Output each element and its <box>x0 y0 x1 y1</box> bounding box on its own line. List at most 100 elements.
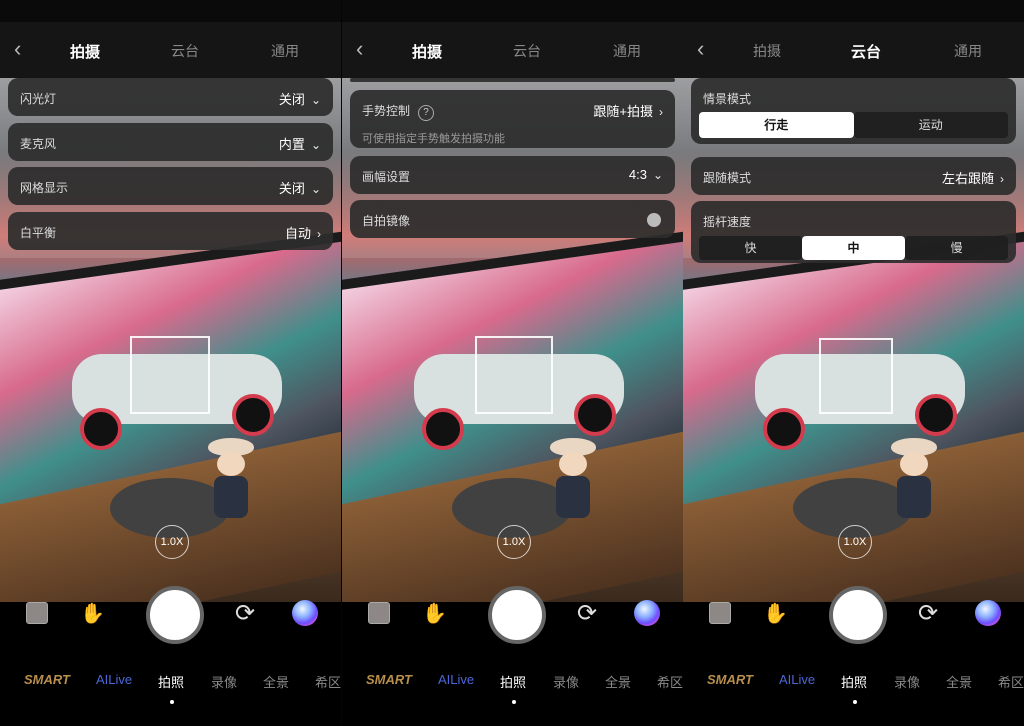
thumbnail-icon[interactable] <box>709 602 731 624</box>
focus-frame[interactable] <box>130 336 210 414</box>
focus-frame[interactable] <box>475 336 553 414</box>
tab-shoot[interactable]: 拍摄 <box>70 41 100 62</box>
mode-video[interactable]: 录像 <box>553 672 579 691</box>
flash-label: 闪光灯 <box>20 92 57 106</box>
zoom-button[interactable]: 1.0X <box>838 525 872 559</box>
gesture-control-row[interactable]: 手势控制? 跟随+拍摄 › 可使用指定手势触发拍摄功能 <box>350 90 675 148</box>
mode-ailive[interactable]: AILive <box>96 672 132 687</box>
joystick-speed-medium[interactable]: 中 <box>802 236 905 260</box>
follow-mode-row[interactable]: 跟随模式 左右跟随 › <box>691 157 1016 195</box>
tab-shoot[interactable]: 拍摄 <box>412 41 442 62</box>
back-icon[interactable]: ‹ <box>697 38 704 60</box>
scene-mode-label: 情景模式 <box>703 92 752 106</box>
mode-video[interactable]: 录像 <box>894 672 920 691</box>
selfie-mirror-row[interactable]: 自拍镜像 <box>350 200 675 238</box>
zoom-button[interactable]: 1.0X <box>155 525 189 559</box>
chevron-down-icon: ⌄ <box>310 93 321 107</box>
follow-mode-value[interactable]: 左右跟随 › <box>942 168 1004 187</box>
tab-gimbal[interactable]: 云台 <box>513 41 541 61</box>
grid-setting-row[interactable]: 网格显示 关闭 ⌄ <box>8 167 333 205</box>
mode-smart[interactable]: SMART <box>707 672 753 687</box>
screen-gimbal-settings: ‹ 拍摄 云台 通用 情景模式 行走 运动 跟随模式 左右跟随 › 摇杆速度 快… <box>683 0 1024 726</box>
race-car-wheel <box>422 408 464 450</box>
mode-ailive[interactable]: AILive <box>438 672 474 687</box>
white-balance-setting-row[interactable]: 白平衡 自动 › <box>8 212 333 250</box>
ai-icon[interactable] <box>292 600 318 626</box>
figurine <box>891 438 937 528</box>
joystick-speed-slow[interactable]: 慢 <box>905 236 1008 260</box>
shutter-button[interactable] <box>146 586 204 644</box>
camera-switch-icon[interactable]: ⟳ <box>918 599 938 628</box>
camera-switch-icon[interactable]: ⟳ <box>577 599 597 628</box>
flash-value[interactable]: 关闭 ⌄ <box>279 89 321 108</box>
camera-controls: ✋ ⟳ SMART AILive 拍照 录像 全景 希区 <box>0 586 341 726</box>
chevron-down-icon: ⌄ <box>310 182 321 196</box>
tab-shoot[interactable]: 拍摄 <box>753 41 781 61</box>
camera-switch-icon[interactable]: ⟳ <box>235 599 255 628</box>
scene-mode-walk[interactable]: 行走 <box>699 112 854 138</box>
tab-general[interactable]: 通用 <box>613 41 641 61</box>
mode-panorama[interactable]: 全景 <box>946 672 972 691</box>
back-icon[interactable]: ‹ <box>356 38 363 60</box>
ai-icon[interactable] <box>975 600 1001 626</box>
mode-selector: SMART AILive 拍照 录像 全景 希区 <box>0 672 341 696</box>
zoom-button[interactable]: 1.0X <box>497 525 531 559</box>
mode-smart[interactable]: SMART <box>366 672 412 687</box>
tab-gimbal[interactable]: 云台 <box>851 41 881 62</box>
mode-photo[interactable]: 拍照 <box>500 672 526 691</box>
mode-photo[interactable]: 拍照 <box>158 672 184 691</box>
mode-hitchcock[interactable]: 希区 <box>657 672 683 691</box>
camera-controls: ✋ ⟳ SMART AILive 拍照 录像 全景 希区 <box>683 586 1024 726</box>
tab-general[interactable]: 通用 <box>954 41 982 61</box>
gesture-control-description: 可使用指定手势触发拍摄功能 <box>362 133 505 145</box>
flash-setting-row[interactable]: 闪光灯 关闭 ⌄ <box>8 78 333 116</box>
gesture-control-label: 手势控制? <box>362 102 435 121</box>
microphone-setting-row[interactable]: 麦克风 内置 ⌄ <box>8 123 333 161</box>
scene-mode-card: 情景模式 行走 运动 <box>691 78 1016 144</box>
status-bar <box>0 0 341 22</box>
gesture-off-icon[interactable]: ✋ <box>763 601 788 626</box>
race-car-wheel <box>763 408 805 450</box>
thumbnail-icon[interactable] <box>26 602 48 624</box>
grid-value[interactable]: 关闭 ⌄ <box>279 178 321 197</box>
mode-hitchcock[interactable]: 希区 <box>315 672 341 691</box>
joystick-speed-fast[interactable]: 快 <box>699 236 802 260</box>
aspect-ratio-row[interactable]: 画幅设置 4:3 ⌄ <box>350 156 675 194</box>
tab-general[interactable]: 通用 <box>271 41 299 61</box>
mode-panorama[interactable]: 全景 <box>605 672 631 691</box>
mode-panorama[interactable]: 全景 <box>263 672 289 691</box>
figurine <box>550 438 596 528</box>
gesture-off-icon[interactable]: ✋ <box>422 601 447 626</box>
back-icon[interactable]: ‹ <box>14 38 21 60</box>
mode-photo[interactable]: 拍照 <box>841 672 867 691</box>
mode-video[interactable]: 录像 <box>211 672 237 691</box>
chevron-right-icon: › <box>1000 172 1004 186</box>
camera-controls: ✋ ⟳ SMART AILive 拍照 录像 全景 希区 <box>342 586 683 726</box>
gesture-control-value[interactable]: 跟随+拍摄 › <box>593 101 663 120</box>
screen-shoot-settings-2: ‹ 拍摄 云台 通用 手势控制? 跟随+拍摄 › 可使用指定手势触发拍摄功能 画… <box>342 0 683 726</box>
thumbnail-icon[interactable] <box>368 602 390 624</box>
mode-selected-indicator <box>170 700 174 704</box>
settings-header: ‹ 拍摄 云台 通用 <box>0 22 341 78</box>
joystick-speed-card: 摇杆速度 快 中 慢 <box>691 201 1016 263</box>
mode-smart[interactable]: SMART <box>24 672 70 687</box>
help-icon[interactable]: ? <box>418 105 435 121</box>
race-car-wheel <box>574 394 616 436</box>
status-bar <box>342 0 683 22</box>
focus-frame[interactable] <box>819 338 893 414</box>
ai-icon[interactable] <box>634 600 660 626</box>
scene-mode-sport[interactable]: 运动 <box>853 112 1008 138</box>
gesture-off-icon[interactable]: ✋ <box>80 601 105 626</box>
status-bar <box>683 0 1024 22</box>
mode-selector: SMART AILive 拍照 录像 全景 希区 <box>342 672 683 696</box>
mode-hitchcock[interactable]: 希区 <box>998 672 1024 691</box>
shutter-button[interactable] <box>488 586 546 644</box>
selfie-mirror-toggle[interactable] <box>647 213 661 227</box>
white-balance-label: 白平衡 <box>20 226 57 240</box>
aspect-ratio-value[interactable]: 4:3 ⌄ <box>629 167 663 182</box>
mode-ailive[interactable]: AILive <box>779 672 815 687</box>
white-balance-value[interactable]: 自动 › <box>285 223 321 242</box>
shutter-button[interactable] <box>829 586 887 644</box>
tab-gimbal[interactable]: 云台 <box>171 41 199 61</box>
microphone-value[interactable]: 内置 ⌄ <box>279 134 321 153</box>
